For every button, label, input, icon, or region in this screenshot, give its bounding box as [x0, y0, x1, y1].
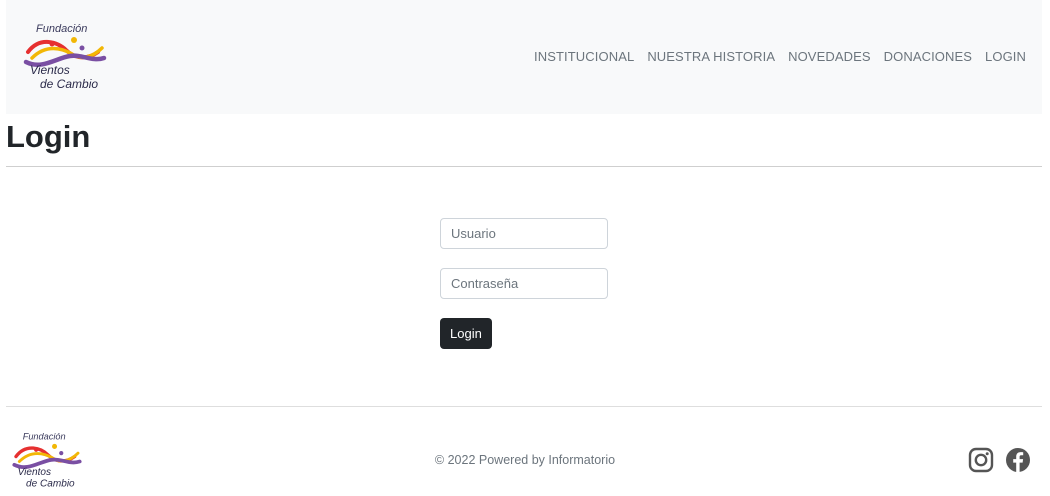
nav-item-novedades[interactable]: NOVEDADES [788, 48, 871, 66]
svg-text:de Cambio: de Cambio [26, 479, 75, 490]
page-title: Login [6, 119, 91, 154]
svg-text:Vientos: Vientos [30, 63, 70, 77]
nav-links: INSTITUCIONAL NUESTRA HISTORIA NOVEDADES… [534, 48, 1026, 66]
username-input[interactable] [440, 218, 608, 249]
footer-copyright: © 2022 Powered by Informatorio [434, 453, 616, 467]
brand-logo[interactable]: Fundación Vientos de Cambio [22, 18, 108, 92]
facebook-icon[interactable] [1005, 447, 1031, 478]
svg-text:Vientos: Vientos [18, 467, 51, 478]
footer-divider [6, 406, 1042, 407]
title-divider [6, 166, 1042, 167]
nav-item-institucional[interactable]: INSTITUCIONAL [534, 48, 634, 66]
svg-text:Fundación: Fundación [36, 23, 87, 35]
nav-item-login[interactable]: LOGIN [985, 48, 1026, 66]
svg-text:Fundación: Fundación [23, 432, 66, 442]
svg-text:de Cambio: de Cambio [40, 77, 98, 91]
password-input[interactable] [440, 268, 608, 299]
brand-logo-graphic: Fundación Vientos de Cambio [23, 23, 107, 91]
nav-item-donaciones[interactable]: DONACIONES [884, 48, 972, 66]
login-button[interactable]: Login [440, 318, 492, 349]
instagram-icon[interactable] [968, 447, 994, 478]
nav-item-nuestra-historia[interactable]: NUESTRA HISTORIA [647, 48, 775, 66]
navbar: Fundación Vientos de Cambio INSTITUCIONA… [6, 0, 1042, 114]
login-form: Login [440, 218, 608, 349]
